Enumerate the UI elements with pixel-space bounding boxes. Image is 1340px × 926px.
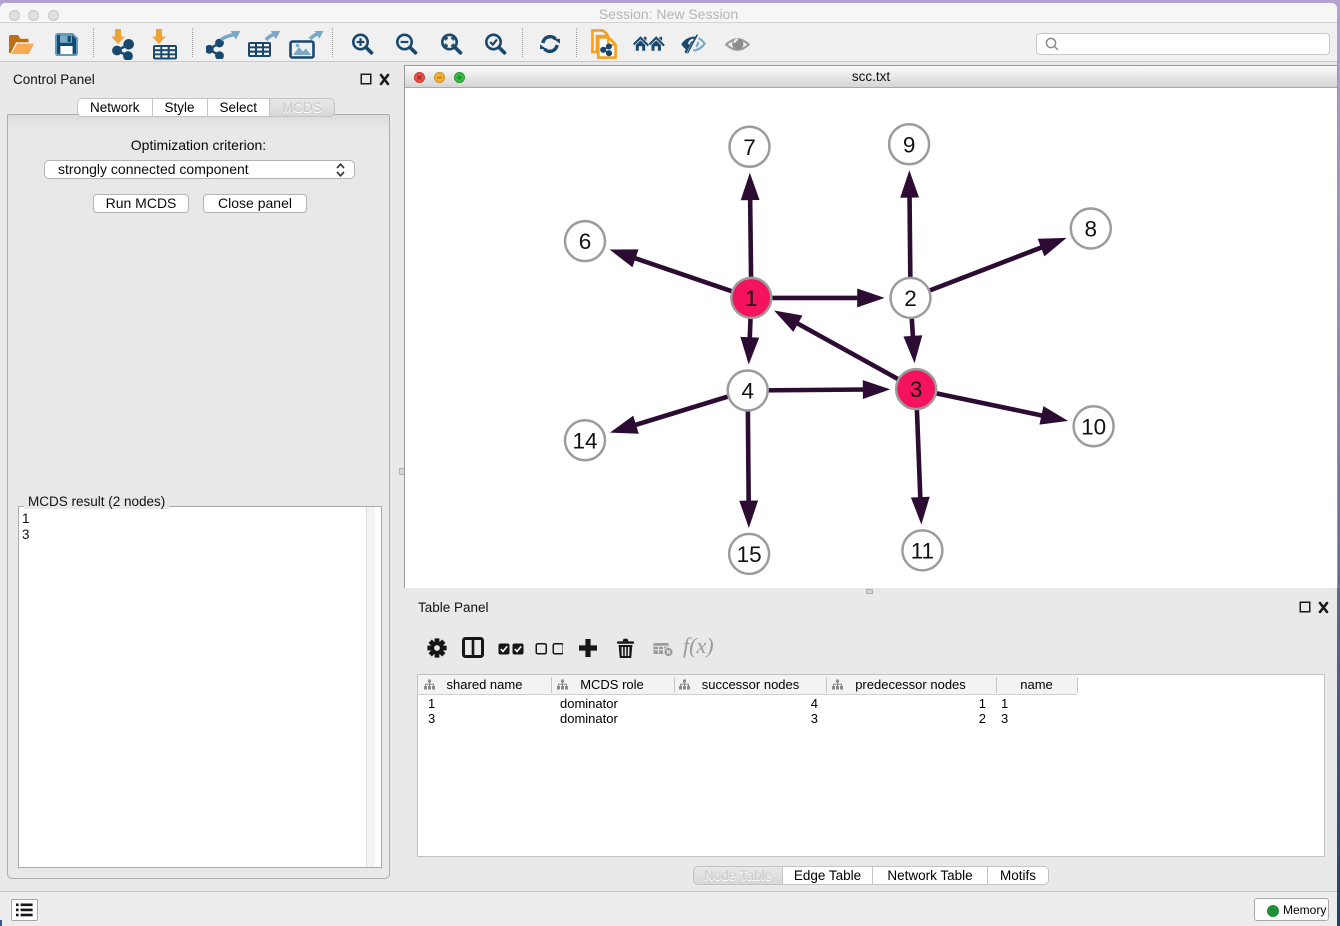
- svg-text:14: 14: [572, 428, 597, 453]
- svg-text:7: 7: [743, 135, 756, 160]
- svg-text:11: 11: [911, 538, 934, 563]
- svg-text:4: 4: [741, 379, 754, 404]
- svg-text:1: 1: [745, 286, 758, 311]
- svg-text:9: 9: [903, 132, 916, 157]
- svg-text:8: 8: [1085, 217, 1098, 242]
- svg-text:6: 6: [579, 229, 592, 254]
- svg-text:10: 10: [1081, 414, 1106, 439]
- svg-text:2: 2: [904, 286, 917, 311]
- svg-text:3: 3: [910, 377, 923, 402]
- svg-text:15: 15: [737, 542, 762, 567]
